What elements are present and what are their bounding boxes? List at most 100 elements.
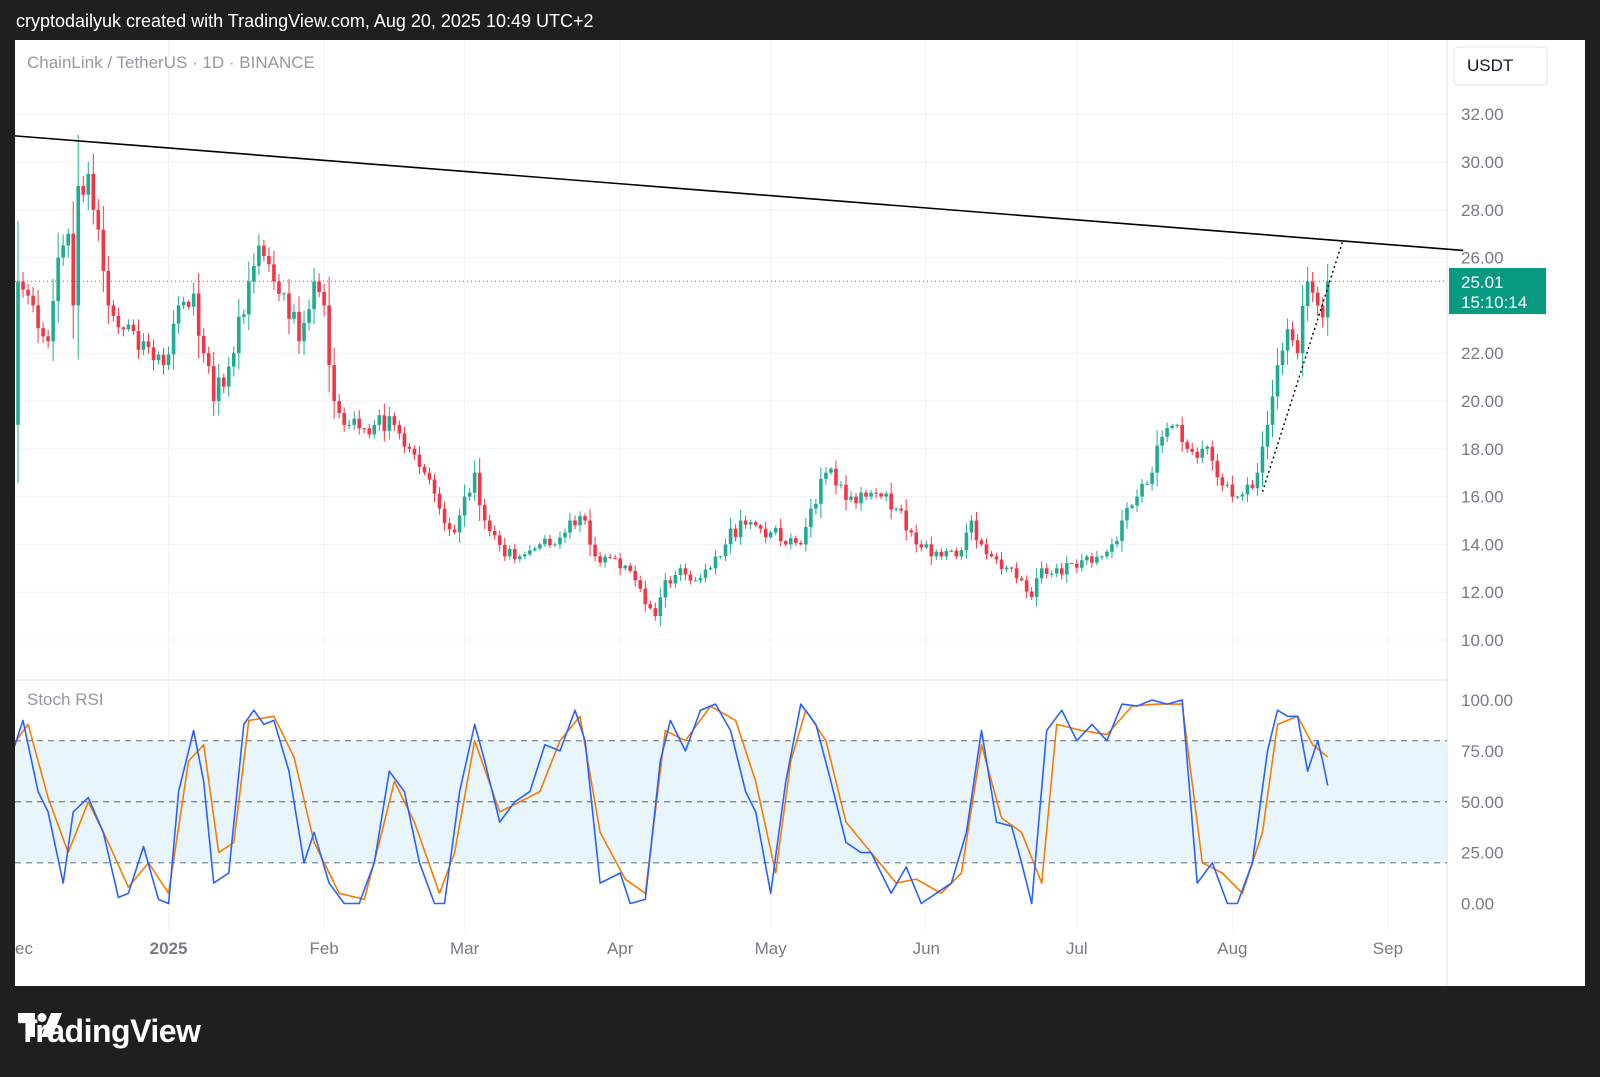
candle-body <box>1255 472 1260 489</box>
candle-body <box>854 496 858 504</box>
chart-svg[interactable]: 32.00 30.00 28.00 26.00 22.00 20.00 18.00 16.00… <box>15 40 1585 986</box>
candle-body <box>497 535 502 545</box>
candle-body <box>106 270 111 306</box>
candle <box>317 273 321 298</box>
candle <box>1295 333 1300 360</box>
candle <box>869 490 873 500</box>
month-label: ec <box>15 939 33 958</box>
candle <box>497 530 502 552</box>
candle <box>231 346 236 377</box>
candle <box>1215 453 1220 486</box>
candle-body <box>1140 483 1144 497</box>
candle <box>106 255 111 324</box>
candle-body <box>36 305 40 329</box>
candle-body <box>874 492 878 494</box>
candle <box>979 537 984 547</box>
candle-body <box>16 281 20 425</box>
currency-button[interactable]: USDT <box>1453 46 1548 86</box>
candle <box>984 538 989 560</box>
candle <box>924 540 929 549</box>
candle <box>518 554 522 563</box>
candle <box>864 489 868 500</box>
candle <box>1250 480 1255 490</box>
candle-body <box>297 311 301 342</box>
candle-body <box>909 530 914 533</box>
candle <box>332 347 336 419</box>
candle-body <box>81 185 86 195</box>
candle <box>1310 271 1315 302</box>
candle <box>708 565 713 571</box>
price-tick-label: 10.00 <box>1461 631 1504 650</box>
candle <box>377 409 382 431</box>
candle-body <box>668 580 673 584</box>
candle-body <box>773 528 778 533</box>
candle-body <box>1300 305 1305 354</box>
candle <box>16 221 20 484</box>
candle <box>226 356 231 397</box>
candle-body <box>482 505 487 521</box>
candle <box>849 491 853 503</box>
candle <box>1260 431 1265 487</box>
candle-body <box>513 549 517 560</box>
candle <box>1115 536 1119 548</box>
candle <box>1140 478 1144 503</box>
candle-body <box>643 588 648 605</box>
month-label: Sep <box>1373 939 1403 958</box>
candle <box>292 304 296 324</box>
candle <box>783 539 788 547</box>
candle-body <box>543 538 547 545</box>
candle <box>598 552 602 567</box>
stoch-tick-label: 75.00 <box>1461 742 1504 761</box>
month-label: Aug <box>1217 939 1247 958</box>
candle <box>277 274 281 302</box>
candle-body <box>262 245 266 257</box>
candle-body <box>121 327 126 330</box>
candle-body <box>1039 568 1044 579</box>
candle-body <box>758 525 763 529</box>
candle-body <box>1059 568 1064 575</box>
candle <box>237 298 241 370</box>
tradingview-brand: TradingView <box>18 1013 201 1050</box>
candle <box>994 552 999 565</box>
candle <box>1034 568 1039 608</box>
candle <box>528 545 532 557</box>
candle <box>422 463 427 476</box>
candle <box>959 547 964 560</box>
candle <box>743 515 748 529</box>
price-tick-label: 12.00 <box>1461 583 1504 602</box>
month-label: Jun <box>913 939 940 958</box>
candle-body <box>397 424 402 434</box>
month-label: Mar <box>450 939 480 958</box>
candle-body <box>357 418 362 429</box>
candle-body <box>1069 563 1074 565</box>
candle <box>819 467 823 518</box>
candle <box>382 403 387 442</box>
candle-body <box>578 516 582 526</box>
candle <box>66 228 70 258</box>
candle-body <box>352 418 357 425</box>
candle-body <box>718 556 723 558</box>
candle-body <box>1120 520 1124 541</box>
candle <box>989 551 994 558</box>
candle <box>914 524 919 553</box>
candle-body <box>869 492 873 497</box>
candle-body <box>252 266 256 282</box>
candle-body <box>1160 436 1164 446</box>
candle <box>307 299 311 331</box>
candle <box>1080 553 1084 572</box>
candle-body <box>623 565 627 569</box>
candle <box>603 553 607 568</box>
candle-body <box>51 301 55 342</box>
candle <box>1265 410 1270 460</box>
candle-body <box>452 529 457 533</box>
candle-body <box>939 551 944 557</box>
candle-body <box>558 537 562 545</box>
candle <box>1270 379 1275 438</box>
candle-body <box>1225 484 1230 486</box>
candle-body <box>477 472 482 506</box>
month-label: 2025 <box>150 939 188 958</box>
candle-body <box>658 597 663 617</box>
candle-body <box>382 415 387 431</box>
candle <box>1305 266 1310 322</box>
candle-body <box>568 520 572 533</box>
